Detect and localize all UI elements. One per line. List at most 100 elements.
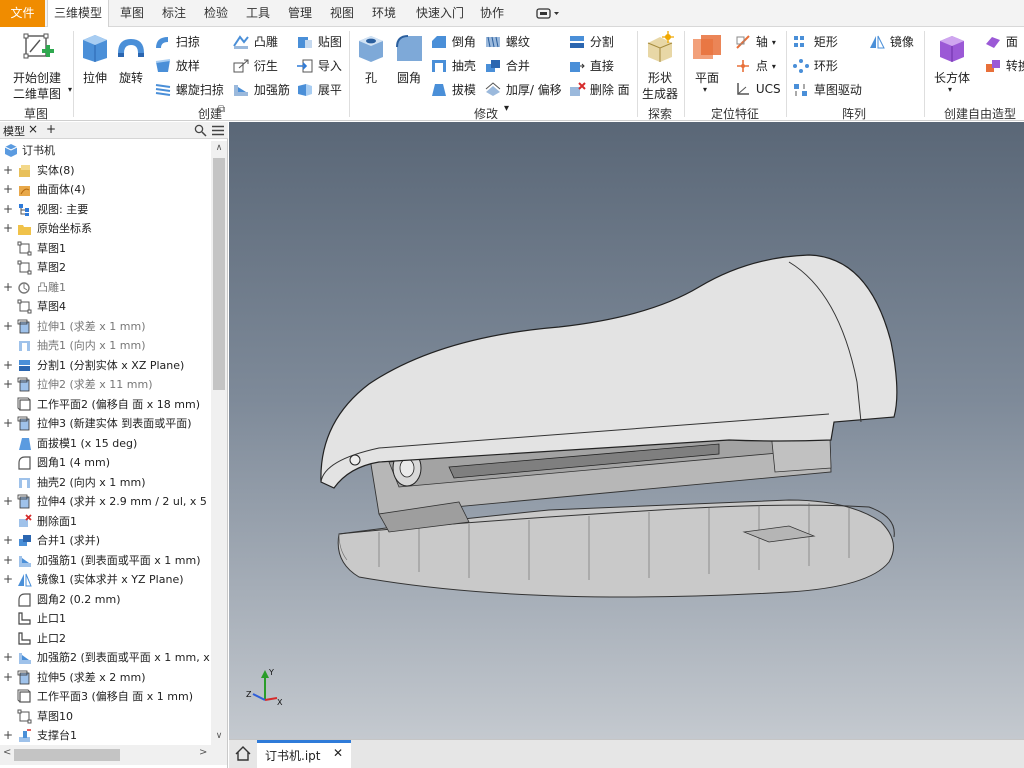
tree-expand-icon[interactable]: + [3,531,13,550]
tree-item[interactable]: 草图10 [0,707,210,726]
tree-item[interactable]: + 加强筋2 (到表面或平面 x 1 mm, x 2 [0,648,210,667]
tree-item[interactable]: + 拉伸5 (求差 x 2 mm) [0,668,210,687]
tree-expand-icon[interactable]: + [3,375,13,394]
tree-item[interactable]: 草图1 [0,239,210,258]
tree-item[interactable]: 圆角1 (4 mm) [0,453,210,472]
freeform-convert-button[interactable]: 转换 [984,57,1024,75]
freeform-box-button[interactable]: 长方体 ▾ [930,31,974,97]
decal-button[interactable]: 贴图 [296,33,342,51]
fillet-button[interactable]: 圆角 [392,31,426,87]
tree-item[interactable]: + 拉伸1 (求差 x 1 mm) [0,317,210,336]
tree-item[interactable]: + 拉伸2 (求差 x 11 mm) [0,375,210,394]
tree-expand-icon[interactable]: + [3,161,13,180]
tree-item[interactable]: + 凸雕1 [0,278,210,297]
sketch-driven-pattern-button[interactable]: 草图驱动 [792,81,862,99]
tab-environments[interactable]: 环境 [367,0,401,27]
browser-add-tab-icon[interactable]: + [46,122,56,136]
browser-tab-close-icon[interactable]: × [28,122,38,136]
tree-item[interactable]: 工作平面2 (偏移自 面 x 18 mm) [0,395,210,414]
ucs-button[interactable]: UCS [734,81,781,99]
tree-item[interactable]: 抽壳2 (向内 x 1 mm) [0,473,210,492]
tree-item[interactable]: 草图4 [0,297,210,316]
tree-expand-icon[interactable]: + [3,200,13,219]
tree-item[interactable]: + 分割1 (分割实体 x XZ Plane) [0,356,210,375]
import-button[interactable]: 导入 [296,57,342,75]
unwrap-button[interactable]: 展平 [296,81,342,99]
tree-item[interactable]: + 合并1 (求并) [0,531,210,550]
tree-item[interactable]: + 视图: 主要 [0,200,210,219]
document-tab-close-icon[interactable]: ✕ [333,746,343,760]
tree-item[interactable]: + 原始坐标系 [0,219,210,238]
tree-expand-icon[interactable]: + [3,356,13,375]
start-2d-sketch-button[interactable]: 开始创建 二维草图 ▾ [8,31,72,101]
tree-item[interactable]: + 拉伸3 (新建实体 到表面或平面) [0,414,210,433]
browser-vertical-scrollbar[interactable]: ∧ ∨ [211,141,227,765]
tree-expand-icon[interactable]: + [3,180,13,199]
freeform-face-button[interactable]: 面 [984,33,1018,51]
tab-view[interactable]: 视图 [325,0,359,27]
tab-inspect[interactable]: 检验 [199,0,233,27]
shell-button[interactable]: 抽壳 [430,57,476,75]
tab-collaborate[interactable]: 协作 [475,0,509,27]
tree-item[interactable]: 工作平面3 (偏移自 面 x 1 mm) [0,687,210,706]
extrude-button[interactable]: 拉伸 [78,31,112,87]
document-tab[interactable]: 订书机.ipt ✕ [257,740,351,768]
tree-expand-icon[interactable]: + [3,551,13,570]
tree-item[interactable]: 草图2 [0,258,210,277]
thicken-offset-button[interactable]: 加厚/ 偏移 [484,81,562,99]
work-axis-button[interactable]: 轴 ▾ [734,33,776,51]
circular-pattern-button[interactable]: 环形 [792,57,838,75]
derive-button[interactable]: 衍生 [232,57,278,75]
combine-button[interactable]: 合并 [484,57,530,75]
hole-button[interactable]: 孔 [354,31,388,87]
scroll-right-icon[interactable]: > [199,747,207,758]
create-panel-expand-icon[interactable]: ⧉ [218,104,225,115]
tree-expand-icon[interactable]: + [3,668,13,687]
thread-button[interactable]: 螺纹 [484,33,530,51]
rectangular-pattern-button[interactable]: 矩形 [792,33,838,51]
revolve-button[interactable]: 旋转 [114,31,148,87]
loft-button[interactable]: 放样 [154,57,200,75]
vertical-scroll-thumb[interactable] [213,158,225,390]
draft-button[interactable]: 拔模 [430,81,476,99]
shape-generator-button[interactable]: 形状 生成器 [640,31,680,101]
mirror-button[interactable]: 镜像 [868,33,914,51]
scroll-left-icon[interactable]: < [3,747,11,758]
tree-expand-icon[interactable]: + [3,414,13,433]
tree-item[interactable]: + 拉伸4 (求并 x 2.9 mm / 2 ul, x 5 [0,492,210,511]
work-point-button[interactable]: 点 ▾ [734,57,776,75]
tab-3d-model[interactable]: 三维模型 [47,0,109,28]
tree-item[interactable]: 删除面1 [0,512,210,531]
tree-item[interactable]: 面拔模1 (x 15 deg) [0,434,210,453]
tree-item[interactable]: 圆角2 (0.2 mm) [0,590,210,609]
browser-horizontal-scrollbar[interactable]: < > [0,745,211,765]
browser-menu-icon[interactable] [212,125,224,136]
direct-edit-button[interactable]: 直接 [568,57,614,75]
tree-item[interactable]: + 曲面体(4) [0,180,210,199]
scroll-up-icon[interactable]: ∧ [211,141,227,155]
ribbon-display-options-button[interactable] [530,0,564,27]
horizontal-scroll-thumb[interactable] [14,749,120,761]
chamfer-button[interactable]: 倒角 [430,33,476,51]
emboss-button[interactable]: 凸雕 [232,33,278,51]
tab-sketch[interactable]: 草图 [115,0,149,27]
home-icon[interactable] [235,746,251,761]
tab-manage[interactable]: 管理 [283,0,317,27]
tree-root-item[interactable]: 订书机 [0,141,210,160]
browser-tab-model[interactable]: 模型 [3,123,25,139]
tab-annotate[interactable]: 标注 [157,0,191,27]
split-button[interactable]: 分割 [568,33,614,51]
tree-expand-icon[interactable]: + [3,726,13,745]
tree-expand-icon[interactable]: + [3,317,13,336]
tab-tools[interactable]: 工具 [241,0,275,27]
tree-item[interactable]: + 加强筋1 (到表面或平面 x 1 mm) [0,551,210,570]
tree-item[interactable]: + 支撑台1 [0,726,210,745]
tree-expand-icon[interactable]: + [3,492,13,511]
stapler-3d-model[interactable]: Y Z X [229,122,1024,739]
tree-item[interactable]: 止口2 [0,629,210,648]
tree-item[interactable]: + 实体(8) [0,161,210,180]
delete-face-button[interactable]: 删除 面 [568,81,630,99]
tree-expand-icon[interactable]: + [3,278,13,297]
work-plane-button[interactable]: 平面 ▾ [688,31,726,97]
tree-item[interactable]: 抽壳1 (向内 x 1 mm) [0,336,210,355]
